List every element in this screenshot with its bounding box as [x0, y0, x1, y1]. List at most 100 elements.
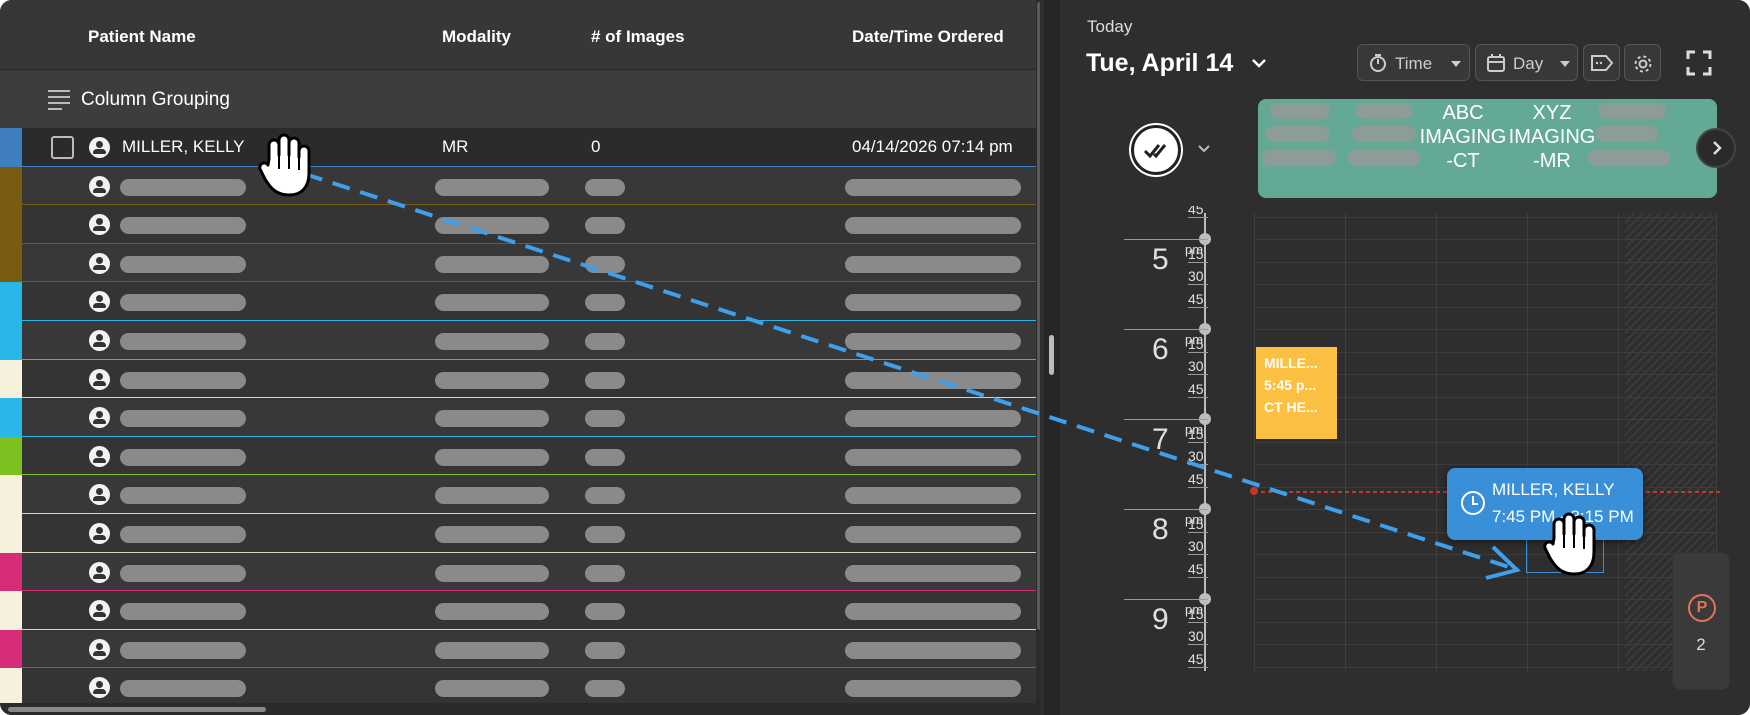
table-row-selected[interactable]: MILLER, KELLY MR 0 04/14/2026 07:14 pm [0, 128, 1040, 167]
grab-hand-cursor-icon [1543, 512, 1596, 576]
redacted-images [585, 294, 625, 312]
redacted-images [585, 448, 625, 466]
status-color-strip [0, 668, 22, 707]
splitter-grip[interactable] [1049, 335, 1054, 375]
tag-button[interactable] [1583, 44, 1620, 81]
grid-row-line [1254, 329, 1716, 330]
redacted-patient-name [120, 255, 246, 273]
grid-row-line [1254, 284, 1716, 285]
fullscreen-icon[interactable] [1686, 50, 1712, 76]
table-row[interactable] [0, 166, 1040, 206]
horizontal-scroll-thumb[interactable] [8, 707, 266, 712]
table-row[interactable] [0, 629, 1040, 669]
table-row[interactable] [0, 552, 1040, 592]
redacted-images [585, 217, 625, 235]
col-header-patient-name[interactable]: Patient Name [88, 27, 196, 47]
panel-splitter[interactable] [1044, 0, 1060, 715]
chevron-down-icon[interactable] [1248, 52, 1270, 74]
resource-abc-imaging-ct[interactable]: ABC IMAGING -CT [1418, 101, 1508, 173]
redacted-patient-name [120, 526, 246, 543]
table-row[interactable] [0, 436, 1040, 476]
status-color-strip [0, 436, 22, 476]
person-icon [89, 330, 110, 351]
patient-name-cell: MILLER, KELLY [122, 137, 245, 156]
pending-orders-panel[interactable]: P 2 [1672, 552, 1730, 690]
redacted-modality [435, 410, 549, 428]
redacted-modality [435, 448, 549, 466]
date-picker-label[interactable]: Tue, April 14 [1086, 49, 1233, 78]
table-row[interactable] [0, 591, 1040, 630]
redacted-images [585, 564, 625, 582]
hour-label: 7 [1152, 423, 1169, 456]
status-color-strip [0, 359, 22, 399]
redacted-modality [435, 564, 549, 582]
hour-label: 5 [1152, 243, 1169, 276]
redacted-ordered [845, 680, 1021, 698]
person-icon [89, 638, 110, 660]
redacted-modality [435, 487, 549, 505]
redacted-images [585, 680, 625, 698]
redacted-modality [435, 294, 549, 312]
settings-button[interactable] [1624, 44, 1661, 81]
day-view-dropdown[interactable]: Day [1475, 44, 1578, 81]
status-filter-button[interactable] [1131, 125, 1181, 175]
redacted-modality [435, 526, 549, 543]
redacted-images [585, 255, 625, 273]
horizontal-scrollbar[interactable] [0, 703, 1040, 715]
redacted-ordered [845, 603, 1021, 621]
redacted-ordered [845, 178, 1021, 196]
person-icon [89, 484, 110, 506]
table-row[interactable] [0, 398, 1040, 437]
today-button[interactable]: Today [1087, 17, 1132, 37]
vertical-scrollbar[interactable] [1036, 0, 1040, 703]
redacted-patient-name [120, 294, 246, 312]
status-color-strip [0, 629, 22, 669]
table-row[interactable] [0, 321, 1040, 360]
redacted-ordered [845, 526, 1021, 543]
resource-header-bar: ABC IMAGING -CT XYZ IMAGING -MR [1258, 99, 1717, 198]
time-dropdown[interactable]: Time [1357, 44, 1470, 81]
resource-xyz-imaging-mr[interactable]: XYZ IMAGING -MR [1506, 101, 1598, 173]
redacted-ordered [845, 448, 1021, 466]
redacted-ordered [845, 564, 1021, 582]
col-header-images[interactable]: # of Images [591, 27, 685, 47]
table-row[interactable] [0, 205, 1040, 244]
redacted-images [585, 603, 625, 621]
table-row[interactable] [0, 243, 1040, 283]
chevron-right-icon [1713, 141, 1722, 155]
status-color-strip [0, 282, 22, 321]
day-view-label: Day [1513, 54, 1544, 73]
redacted-ordered [845, 371, 1021, 389]
pending-count: 2 [1696, 635, 1706, 654]
table-row[interactable] [0, 668, 1040, 707]
redacted-modality [435, 178, 549, 196]
column-grouping-label: Column Grouping [81, 89, 230, 110]
ordered-cell: 04/14/2026 07:14 pm [852, 137, 1013, 156]
chevron-down-icon[interactable] [1195, 140, 1213, 158]
grid-row-line [1254, 666, 1716, 668]
table-row[interactable] [0, 359, 1040, 399]
stopwatch-icon [1370, 54, 1386, 72]
col-header-modality[interactable]: Modality [442, 27, 511, 47]
appointment-ct-head[interactable]: MILLE... 5:45 p... CT HE... [1256, 347, 1337, 439]
table-row[interactable] [0, 282, 1040, 321]
redacted-ordered [845, 294, 1021, 312]
redacted-images [585, 371, 625, 389]
redacted-modality [435, 217, 549, 235]
row-checkbox[interactable] [51, 136, 74, 159]
modality-cell: MR [442, 137, 469, 156]
grid-row-line [1254, 621, 1716, 623]
table-row[interactable] [0, 475, 1040, 514]
clock-icon [1461, 491, 1485, 515]
table-row[interactable] [0, 514, 1040, 553]
resources-next-button[interactable] [1696, 128, 1736, 168]
col-header-date-ordered[interactable]: Date/Time Ordered [852, 27, 1004, 47]
minute-label: 30 [1188, 358, 1204, 374]
vertical-scroll-thumb[interactable] [1037, 2, 1040, 630]
column-grouping-bar[interactable]: Column Grouping [0, 70, 1040, 128]
schedule-timeline[interactable]: 41530455pm1530456pm1530457pm1530458pm153… [1060, 206, 1750, 671]
person-icon [89, 137, 110, 158]
redacted-modality [435, 371, 549, 389]
redacted-ordered [845, 641, 1021, 659]
redacted-patient-name [120, 448, 246, 466]
